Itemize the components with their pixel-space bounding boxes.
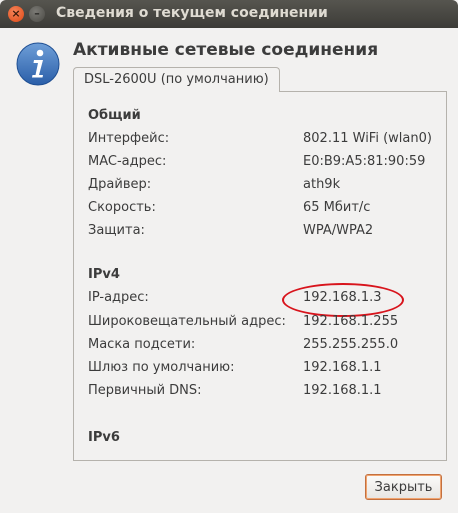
mac-label: MAC-адрес: xyxy=(88,154,167,169)
dns-label: Первичный DNS: xyxy=(88,383,202,398)
interface-value: 802.11 WiFi (wlan0) xyxy=(303,131,432,146)
security-value: WPA/WPA2 xyxy=(303,223,374,238)
subnet-mask-value: 255.255.255.0 xyxy=(303,337,399,352)
gateway-value: 192.168.1.1 xyxy=(303,360,382,375)
section-ipv4-title: IPv4 xyxy=(88,267,120,282)
ip-address-label: IP-адрес: xyxy=(88,290,149,305)
window-title: Сведения о текущем соединении xyxy=(56,5,328,21)
tab-dsl-2600u[interactable]: DSL-2600U (по умолчанию) xyxy=(73,67,280,92)
broadcast-value: 192.168.1.255 xyxy=(303,314,399,329)
driver-label: Драйвер: xyxy=(88,177,152,192)
section-ipv6-title: IPv6 xyxy=(88,430,120,445)
title-bar: × – Сведения о текущем соединении xyxy=(0,0,458,28)
page-title: Активные сетевые соединения xyxy=(73,40,379,60)
window-minimize-icon[interactable]: – xyxy=(29,6,45,22)
speed-label: Скорость: xyxy=(88,200,156,215)
info-icon xyxy=(16,42,60,86)
driver-value: ath9k xyxy=(303,177,341,192)
broadcast-label: Широковещательный адрес: xyxy=(88,314,286,329)
ip-address-value: 192.168.1.3 xyxy=(303,290,382,305)
interface-label: Интерфейс: xyxy=(88,131,170,146)
connection-details-panel xyxy=(73,91,447,461)
window-close-icon[interactable]: × xyxy=(8,6,24,22)
gateway-label: Шлюз по умолчанию: xyxy=(88,360,235,375)
dns-value: 192.168.1.1 xyxy=(303,383,382,398)
mac-value: E0:B9:A5:81:90:59 xyxy=(303,154,426,169)
speed-value: 65 Мбит/с xyxy=(303,200,371,215)
security-label: Защита: xyxy=(88,223,145,238)
close-button[interactable]: Закрыть xyxy=(365,474,442,500)
connection-info-window: × – Сведения о текущем соединении Активн… xyxy=(0,0,458,513)
subnet-mask-label: Маска подсети: xyxy=(88,337,196,352)
section-general-title: Общий xyxy=(88,108,141,123)
